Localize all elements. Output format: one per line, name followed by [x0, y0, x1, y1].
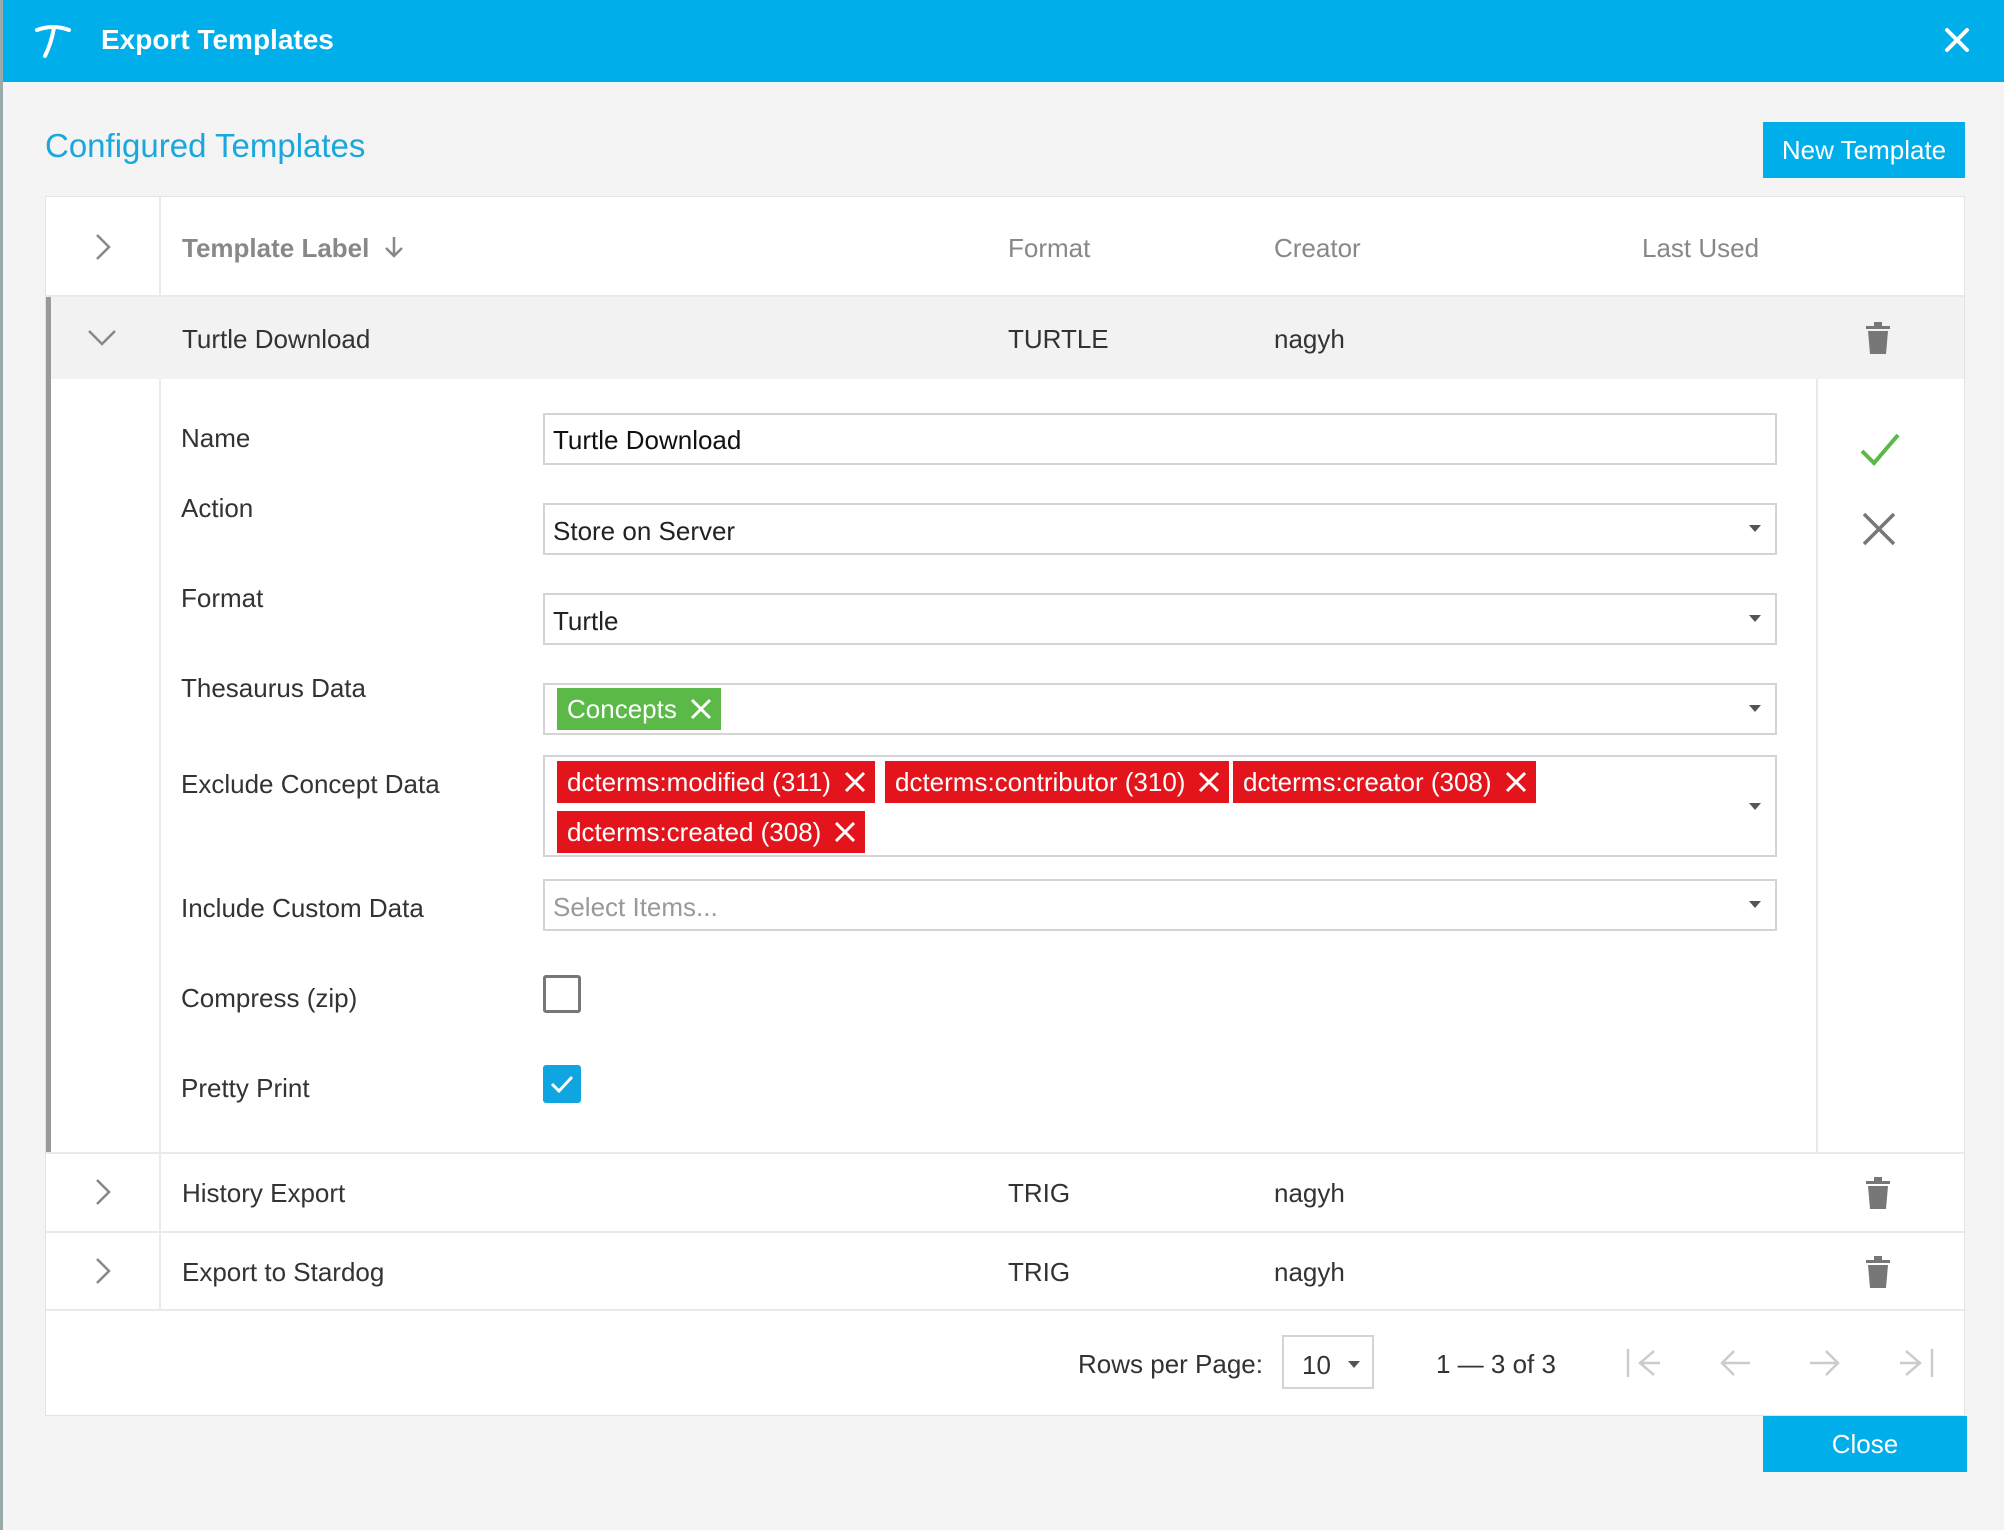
chip-label: dcterms:creator (308) — [1243, 767, 1492, 797]
chevron-down-icon — [1749, 803, 1761, 810]
close-button[interactable]: Close — [1763, 1416, 1967, 1472]
expand-chevron-icon[interactable] — [84, 1253, 120, 1289]
expand-all-chevron-icon[interactable] — [84, 229, 120, 265]
format-label: Format — [181, 583, 264, 613]
form-actions-divider — [1816, 379, 1818, 1152]
chevron-down-icon — [1749, 525, 1761, 532]
include-custom-data-placeholder: Select Items... — [553, 892, 718, 922]
row-label: History Export — [182, 1178, 346, 1208]
table-row[interactable]: History Export TRIG nagyh — [46, 1154, 1964, 1232]
chip: dcterms:creator (308) — [1233, 761, 1536, 803]
dialog-title: Export Templates — [101, 24, 334, 55]
row-creator: nagyh — [1274, 324, 1345, 354]
checkmark-icon — [550, 1075, 574, 1094]
template-edit-form: Name Turtle Download Action Store on Ser… — [161, 379, 1861, 1152]
compress-zip-label: Compress (zip) — [181, 983, 358, 1013]
chip-label: dcterms:created (308) — [567, 817, 822, 847]
new-template-button[interactable]: New Template — [1763, 122, 1965, 178]
pretty-print-checkbox[interactable] — [543, 1065, 581, 1103]
close-dialog-icon[interactable] — [1937, 20, 1977, 60]
chevron-down-icon — [1749, 901, 1761, 908]
app-logo-icon — [35, 25, 71, 58]
export-templates-dialog: Export Templates Configured Templates Ne… — [0, 0, 2004, 1530]
remove-chip-icon[interactable] — [833, 820, 857, 844]
name-label: Name — [181, 423, 251, 453]
thesaurus-data-select[interactable]: Concepts — [543, 683, 1777, 735]
row-format: TURTLE — [1008, 324, 1109, 354]
chip-label: Concepts — [567, 694, 677, 724]
compress-zip-checkbox[interactable] — [543, 975, 581, 1013]
format-select[interactable]: Turtle — [543, 593, 1777, 645]
remove-chip-icon[interactable] — [1197, 770, 1221, 794]
trash-icon[interactable] — [1864, 1176, 1892, 1210]
table-row[interactable]: Export to Stardog TRIG nagyh — [46, 1233, 1964, 1311]
chip-label: dcterms:modified (311) — [567, 767, 831, 797]
format-select-value: Turtle — [553, 606, 619, 636]
first-page-icon[interactable] — [1624, 1345, 1662, 1381]
sort-descending-icon — [384, 237, 403, 258]
row-format: TRIG — [1008, 1178, 1071, 1208]
confirm-check-icon[interactable] — [1858, 427, 1902, 471]
next-page-icon[interactable] — [1806, 1345, 1844, 1381]
exclude-concept-data-label: Exclude Concept Data — [181, 769, 440, 799]
name-input[interactable]: Turtle Download — [543, 413, 1777, 465]
column-header-creator[interactable]: Creator — [1274, 233, 1361, 264]
section-title: Configured Templates — [45, 127, 366, 164]
row-label: Turtle Download — [182, 324, 371, 354]
rows-per-page-label: Rows per Page: — [1078, 1349, 1263, 1379]
thesaurus-data-label: Thesaurus Data — [181, 673, 366, 703]
chevron-down-icon — [1749, 615, 1761, 622]
trash-icon[interactable] — [1864, 321, 1892, 355]
rows-per-page-value: 10 — [1302, 1350, 1331, 1380]
last-page-icon[interactable] — [1898, 1345, 1936, 1381]
column-header-format[interactable]: Format — [1008, 233, 1090, 264]
chevron-down-icon — [1348, 1361, 1360, 1368]
expanded-row-accent — [46, 297, 51, 1152]
row-creator: nagyh — [1274, 1178, 1345, 1208]
row-creator: nagyh — [1274, 1257, 1345, 1287]
row-label: Export to Stardog — [182, 1257, 385, 1287]
include-custom-data-select[interactable]: Select Items... — [543, 879, 1777, 931]
remove-chip-icon[interactable] — [689, 697, 713, 721]
expand-chevron-icon[interactable] — [84, 1174, 120, 1210]
trash-icon[interactable] — [1864, 1255, 1892, 1289]
collapse-chevron-icon[interactable] — [84, 319, 120, 355]
cancel-x-icon[interactable] — [1861, 511, 1897, 547]
pretty-print-label: Pretty Print — [181, 1073, 310, 1103]
title-bar: Export Templates — [3, 0, 2004, 82]
row-format: TRIG — [1008, 1257, 1071, 1287]
page-range: 1 — 3 of 3 — [1436, 1349, 1556, 1379]
chip: dcterms:created (308) — [557, 811, 866, 853]
chip: dcterms:modified (311) — [557, 761, 875, 803]
chip: Concepts — [557, 688, 721, 730]
chip-label: dcterms:contributor (310) — [895, 767, 1186, 797]
column-header-last-used[interactable]: Last Used — [1642, 233, 1759, 264]
column-header-label[interactable]: Template Label — [182, 233, 405, 264]
action-label: Action — [181, 493, 254, 523]
action-select-value: Store on Server — [553, 516, 736, 546]
table-pager: Rows per Page: 10 1 — 3 of 3 — [46, 1311, 1964, 1415]
action-select[interactable]: Store on Server — [543, 503, 1777, 555]
table-row[interactable]: Turtle Download TURTLE nagyh — [46, 297, 1964, 379]
remove-chip-icon[interactable] — [1504, 770, 1528, 794]
rows-per-page-select[interactable]: 10 — [1282, 1335, 1374, 1389]
name-input-value: Turtle Download — [553, 425, 742, 455]
include-custom-data-label: Include Custom Data — [181, 893, 424, 923]
column-header-label-text: Template Label — [182, 233, 370, 263]
chevron-down-icon — [1749, 705, 1761, 712]
previous-page-icon[interactable] — [1716, 1345, 1754, 1381]
remove-chip-icon[interactable] — [843, 770, 867, 794]
table-header: Template Label Format Creator Last Used — [46, 197, 1964, 297]
templates-table: Template Label Format Creator Last Used … — [45, 196, 1965, 1416]
exclude-concept-data-select[interactable]: dcterms:modified (311) dcterms:contribut… — [543, 755, 1777, 857]
chip: dcterms:contributor (310) — [885, 761, 1230, 803]
